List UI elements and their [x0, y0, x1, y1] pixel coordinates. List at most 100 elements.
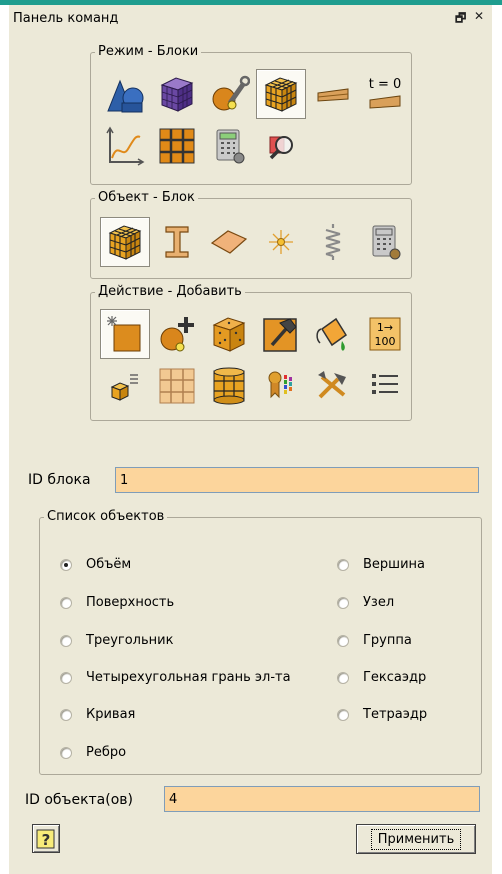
beam-i-button[interactable]	[152, 217, 202, 267]
paint-bucket-button[interactable]	[308, 309, 358, 359]
calculator-icon	[216, 129, 245, 164]
initial-condition-button[interactable]: t = 0	[360, 69, 410, 119]
spring-coil-icon	[325, 224, 341, 260]
radio-tetrahedron-indicator[interactable]	[337, 708, 349, 721]
radio-quad-face-indicator[interactable]	[60, 671, 72, 684]
radio-tetrahedron[interactable]: Тетраэдр	[337, 707, 427, 722]
material-ribbon-button[interactable]	[256, 361, 306, 411]
delete-tools-button[interactable]	[308, 361, 358, 411]
object-list-group: Список объектов Объём Поверхность Треуго…	[39, 510, 482, 775]
grid-window-icon	[159, 128, 195, 164]
radio-vertex-label: Вершина	[363, 557, 425, 572]
shell-plate-button[interactable]	[204, 217, 254, 267]
close-icon[interactable]: ✕	[474, 9, 484, 23]
blocks-cube-button[interactable]	[256, 69, 306, 119]
split-grid-button[interactable]	[152, 361, 202, 411]
cylinder-grid-button[interactable]	[204, 361, 254, 411]
command-panel: Панель команд 🗗 ✕ Режим - Блоки t = 0 Об…	[9, 5, 492, 874]
mesh-box-icon	[212, 317, 246, 352]
radio-group-label: Группа	[363, 633, 412, 648]
list-cube-button[interactable]	[100, 361, 150, 411]
radio-volume-indicator[interactable]	[60, 558, 72, 571]
radio-hexahedron-indicator[interactable]	[337, 671, 349, 684]
help-glyph: ?	[42, 831, 51, 849]
boundary-strip-icon	[317, 88, 349, 102]
mesh-box-button[interactable]	[204, 309, 254, 359]
hammer-icon	[263, 318, 297, 352]
radio-surface-indicator[interactable]	[60, 596, 72, 609]
radio-surface[interactable]: Поверхность	[60, 595, 174, 610]
graph-curve-button[interactable]	[100, 121, 150, 171]
geometry-tools-button[interactable]	[204, 69, 254, 119]
radio-hexahedron[interactable]: Гексаэдр	[337, 670, 426, 685]
add-element-button[interactable]	[152, 309, 202, 359]
geometry-shapes-icon	[107, 79, 144, 113]
radio-edge[interactable]: Ребро	[60, 745, 126, 760]
shell-plate-icon	[210, 230, 248, 254]
mesh-cube-button[interactable]	[152, 69, 202, 119]
radio-group[interactable]: Группа	[337, 633, 412, 648]
radio-curve-label: Кривая	[86, 707, 136, 722]
block-cube-button[interactable]	[100, 217, 150, 267]
inspect-magnifier-icon	[269, 136, 293, 160]
radio-node-label: Узел	[363, 595, 395, 610]
initial-condition-icon: t = 0	[369, 77, 401, 109]
mesh-cube-icon	[160, 77, 194, 112]
radio-vertex-indicator[interactable]	[337, 558, 349, 571]
geometry-shapes-button[interactable]	[100, 69, 150, 119]
radio-group-indicator[interactable]	[337, 634, 349, 647]
help-button[interactable]: ?	[32, 824, 60, 853]
mode-group: Режим - Блоки t = 0	[90, 45, 412, 185]
restore-icon[interactable]: 🗗	[455, 9, 466, 30]
add-new-button[interactable]	[100, 309, 150, 359]
boundary-strip-button[interactable]	[308, 69, 358, 119]
object-ids-label: ID объекта(ов)	[25, 792, 133, 808]
material-ribbon-icon	[268, 371, 292, 399]
radio-node[interactable]: Узел	[337, 595, 394, 610]
object-ids-input[interactable]	[164, 786, 480, 812]
spring-coil-button[interactable]	[308, 217, 358, 267]
radio-volume[interactable]: Объём	[60, 557, 131, 572]
radio-edge-indicator[interactable]	[60, 746, 72, 759]
renumber-button[interactable]: 1→ 100	[360, 309, 410, 359]
calculator-button[interactable]	[204, 121, 254, 171]
hammer-button[interactable]	[256, 309, 306, 359]
panel-titlebar: Панель команд 🗗 ✕	[9, 5, 492, 31]
list-cube-icon	[110, 374, 138, 401]
inspect-magnifier-button[interactable]	[256, 121, 306, 171]
radio-edge-label: Ребро	[86, 745, 127, 760]
calculator-gear-icon	[372, 225, 401, 260]
node-star-icon	[269, 230, 293, 254]
apply-button[interactable]: Применить	[356, 824, 476, 854]
radio-vertex[interactable]: Вершина	[337, 557, 425, 572]
object-group-legend: Объект - Блок	[98, 190, 195, 205]
blocks-cube-icon	[264, 77, 298, 112]
list-icon	[372, 374, 398, 394]
cylinder-grid-icon	[213, 367, 245, 405]
radio-triangle[interactable]: Треугольник	[60, 633, 173, 648]
node-star-button[interactable]	[256, 217, 306, 267]
action-group-legend: Действие - Добавить	[98, 284, 242, 299]
calculator-gear-button[interactable]	[360, 217, 410, 267]
object-list-legend: Список объектов	[47, 509, 165, 524]
radio-quad-face[interactable]: Четырехугольная грань эл-та	[60, 670, 291, 685]
block-id-input[interactable]	[115, 467, 479, 493]
split-grid-icon	[159, 368, 195, 404]
graph-curve-icon	[106, 126, 145, 166]
add-element-icon	[160, 317, 194, 352]
radio-tetrahedron-label: Тетраэдр	[363, 707, 428, 722]
radio-node-indicator[interactable]	[337, 596, 349, 609]
help-icon: ?	[36, 829, 55, 849]
renumber-label-bottom: 100	[375, 335, 396, 348]
radio-triangle-indicator[interactable]	[60, 634, 72, 647]
radio-curve[interactable]: Кривая	[60, 707, 135, 722]
geometry-tools-icon	[212, 75, 250, 111]
radio-hexahedron-label: Гексаэдр	[363, 670, 427, 685]
radio-curve-indicator[interactable]	[60, 708, 72, 721]
action-group: Действие - Добавить 1→ 100	[90, 285, 412, 421]
list-view-button[interactable]	[360, 361, 410, 411]
grid-window-button[interactable]	[152, 121, 202, 171]
radio-quad-face-label: Четырехугольная грань эл-та	[86, 670, 291, 685]
block-id-label: ID блока	[28, 472, 91, 488]
radio-surface-label: Поверхность	[86, 595, 175, 610]
